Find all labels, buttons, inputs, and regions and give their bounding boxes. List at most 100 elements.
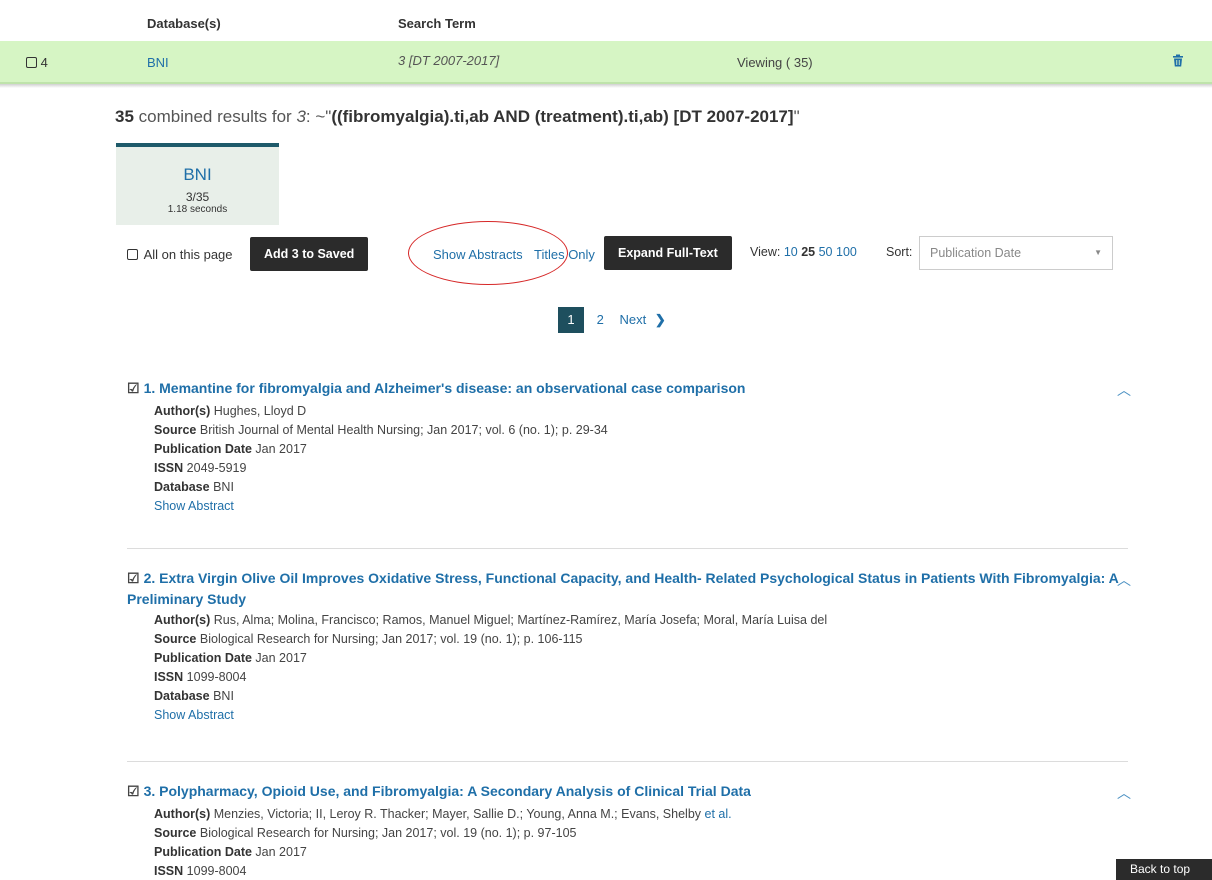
issn-label: ISSN [154, 461, 184, 475]
issn-value: 1099-8004 [186, 864, 247, 878]
result-title[interactable]: ☑ 3. Polypharmacy, Opioid Use, and Fibrom… [127, 781, 1128, 802]
database-tile-time: 1.18 seconds [167, 204, 228, 215]
database-tile-name[interactable]: BNI [116, 165, 279, 185]
page-2-link[interactable]: 2 [597, 312, 604, 327]
result-database: Database BNI [154, 687, 1128, 706]
collapse-chevron-icon[interactable]: ︿ [1117, 783, 1131, 803]
pagination: 1 2 Next ❯ [558, 307, 666, 333]
database-value: BNI [213, 689, 234, 703]
issn-label: ISSN [154, 864, 184, 878]
history-row-checkbox[interactable]: 4 [26, 55, 48, 70]
sort-select[interactable]: Publication Date ▼ [919, 236, 1113, 270]
result-source: Source Biological Research for Nursing; … [154, 824, 1128, 843]
results-toolbar: All on this page Add 3 to Saved Show Abs… [127, 236, 1117, 276]
results-summary: 35 combined results for 3: ~"((fibromyal… [115, 107, 800, 127]
result-authors: Author(s) Menzies, Victoria; II, Leroy R… [154, 805, 1128, 824]
result-authors: Author(s) Rus, Alma; Molina, Francisco; … [154, 611, 1128, 630]
result-title-text[interactable]: 3. Polypharmacy, Opioid Use, and Fibromy… [144, 783, 751, 799]
pub-date-label: Publication Date [154, 845, 252, 859]
database-label: Database [154, 480, 210, 494]
checked-checkbox-icon[interactable]: ☑ [127, 570, 140, 586]
sort-select-value: Publication Date [930, 246, 1022, 260]
result-source: Source British Journal of Mental Health … [154, 421, 1128, 440]
trash-icon[interactable] [1172, 54, 1184, 67]
results-count: 35 [115, 107, 134, 126]
source-label: Source [154, 826, 197, 840]
database-tile-bni[interactable]: BNI 3/35 1.18 seconds [116, 143, 279, 225]
result-pub-date: Publication Date Jan 2017 [154, 649, 1128, 668]
source-label: Source [154, 632, 197, 646]
view-per-page: View: 10 25 50 100 [750, 245, 857, 259]
titles-only-link[interactable]: Titles Only [534, 247, 595, 262]
authors-label: Author(s) [154, 404, 211, 418]
select-all-label: All on this page [143, 247, 233, 262]
show-abstract-link[interactable]: Show Abstract [154, 706, 1128, 725]
result-meta: Author(s) Rus, Alma; Molina, Francisco; … [154, 611, 1128, 725]
result-title-text[interactable]: 2. Extra Virgin Olive Oil Improves Oxida… [127, 570, 1118, 607]
summary-set-ref: 3 [296, 107, 306, 126]
pub-date-value: Jan 2017 [255, 845, 307, 859]
add-to-saved-button[interactable]: Add 3 to Saved [250, 237, 369, 271]
delete-search-button[interactable] [1172, 54, 1184, 70]
pub-date-value: Jan 2017 [255, 651, 307, 665]
view-option-100[interactable]: 100 [836, 245, 857, 259]
result-meta: Author(s) Menzies, Victoria; II, Leroy R… [154, 805, 1128, 880]
search-history-row: 4 BNI 3 [DT 2007-2017] Viewing ( 35) [0, 41, 1212, 84]
checkbox-icon[interactable] [26, 57, 37, 68]
collapse-chevron-icon[interactable]: ︿ [1117, 570, 1131, 590]
checked-checkbox-icon[interactable]: ☑ [127, 783, 140, 799]
checkbox-icon[interactable] [127, 249, 138, 260]
result-title-text[interactable]: 1. Memantine for fibromyalgia and Alzhei… [144, 380, 746, 396]
issn-label: ISSN [154, 670, 184, 684]
authors-value: Hughes, Lloyd D [213, 404, 307, 418]
pub-date-label: Publication Date [154, 442, 252, 456]
source-value: Biological Research for Nursing; Jan 201… [199, 826, 577, 840]
search-history-header: Database(s) Search Term [0, 0, 1212, 40]
select-all-checkbox[interactable]: All on this page [127, 247, 233, 262]
authors-label: Author(s) [154, 613, 211, 627]
show-abstract-link[interactable]: Show Abstract [154, 497, 1128, 516]
caret-down-icon: ▼ [1094, 248, 1102, 257]
history-row-database-link[interactable]: BNI [147, 55, 169, 70]
authors-more-link[interactable]: et al. [705, 807, 732, 821]
result-title[interactable]: ☑ 1. Memantine for fibromyalgia and Alzhe… [127, 378, 1128, 399]
result-meta: Author(s) Hughes, Lloyd D Source British… [154, 402, 1128, 516]
result-divider [127, 548, 1128, 549]
result-pub-date: Publication Date Jan 2017 [154, 440, 1128, 459]
history-row-search-term: 3 [DT 2007-2017] [398, 53, 500, 68]
result-issn: ISSN 2049-5919 [154, 459, 1128, 478]
result-item: ☑ 2. Extra Virgin Olive Oil Improves Oxid… [127, 568, 1131, 725]
authors-value: Menzies, Victoria; II, Leroy R. Thacker;… [213, 807, 702, 821]
history-row-number: 4 [40, 55, 48, 70]
chevron-right-icon[interactable]: ❯ [655, 312, 666, 327]
view-option-10[interactable]: 10 [784, 245, 798, 259]
history-shadow [0, 84, 1212, 88]
view-label: View: [750, 245, 781, 259]
summary-colon: : ~" [305, 107, 332, 126]
search-term-column-header: Search Term [398, 16, 476, 31]
next-page-link[interactable]: Next ❯ [619, 312, 665, 327]
page-1-current[interactable]: 1 [558, 307, 584, 333]
next-label[interactable]: Next [619, 312, 646, 327]
summary-text: combined results for [133, 107, 297, 126]
checked-checkbox-icon[interactable]: ☑ [127, 380, 140, 396]
source-label: Source [154, 423, 197, 437]
show-abstracts-link[interactable]: Show Abstracts [433, 247, 523, 262]
result-divider [127, 761, 1128, 762]
result-pub-date: Publication Date Jan 2017 [154, 843, 1128, 862]
back-to-top-button[interactable]: Back to top [1116, 859, 1212, 880]
result-title[interactable]: ☑ 2. Extra Virgin Olive Oil Improves Oxid… [127, 568, 1128, 610]
result-authors: Author(s) Hughes, Lloyd D [154, 402, 1128, 421]
sort-label: Sort: [886, 245, 913, 259]
result-issn: ISSN 1099-8004 [154, 668, 1128, 687]
database-value: BNI [213, 480, 234, 494]
collapse-chevron-icon[interactable]: ︿ [1117, 380, 1131, 400]
expand-full-text-button[interactable]: Expand Full-Text [604, 236, 732, 270]
summary-close-quote: " [793, 107, 800, 126]
view-option-50[interactable]: 50 [819, 245, 833, 259]
result-issn: ISSN 1099-8004 [154, 862, 1128, 880]
view-option-25[interactable]: 25 [801, 245, 815, 259]
database-label: Database [154, 689, 210, 703]
history-row-status: Viewing ( 35) [737, 55, 813, 70]
source-value: British Journal of Mental Health Nursing… [199, 423, 608, 437]
